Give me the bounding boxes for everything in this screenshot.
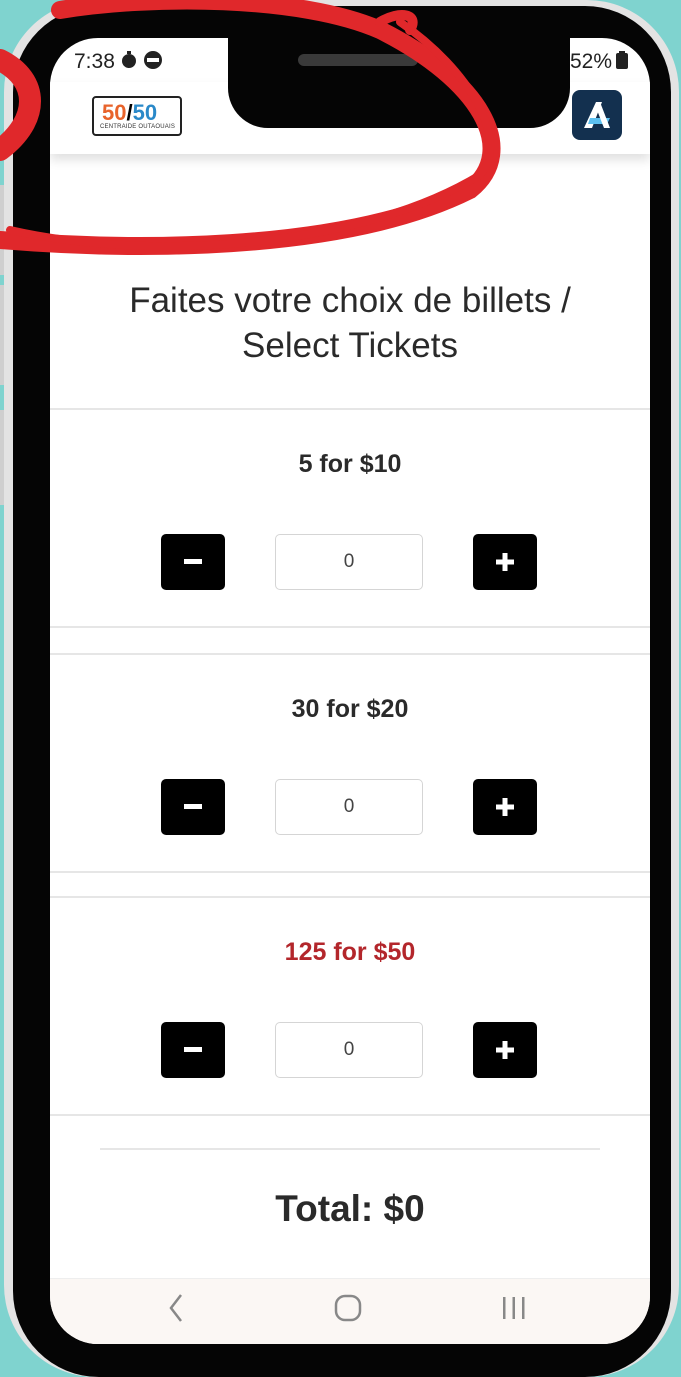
chevron-left-icon [169,1294,182,1322]
speaker-grille [298,54,418,66]
centraide-logo[interactable]: 50/50 CENTRAIDE OUTAOUAIS [92,96,182,136]
minus-icon [184,804,202,809]
android-nav-bar [50,1278,650,1344]
recents-icon [503,1297,525,1319]
home-nav-button[interactable] [334,1293,362,1332]
decrease-button[interactable] [161,534,225,590]
front-camera [422,51,440,69]
decrease-button[interactable] [161,779,225,835]
minus-icon [184,1047,202,1052]
divider [100,1148,600,1150]
increase-button[interactable] [473,1022,537,1078]
plus-icon [496,1041,514,1059]
battery-percent: 52% [569,50,612,73]
plus-icon [496,553,514,571]
ticket-option-125-for-50: 125 for $50 [50,896,650,1116]
app-logo-icon[interactable] [572,90,622,140]
plus-icon [496,798,514,816]
ticket-option-5-for-10: 5 for $10 [50,408,650,628]
status-time: 7:38 [74,50,115,73]
logo-subtitle: CENTRAIDE OUTAOUAIS [100,124,176,130]
quantity-input[interactable] [275,534,423,590]
page-title-line2: Select Tickets [242,326,458,365]
decrease-button[interactable] [161,1022,225,1078]
page-title: Faites votre choix de billets / Select T… [50,278,650,368]
message-icon [143,50,163,74]
ticket-label: 30 for $20 [291,695,409,723]
back-nav-button[interactable] [168,1293,184,1332]
increase-button[interactable] [473,779,537,835]
total-amount: Total: $0 [275,1188,425,1229]
home-circle-icon [334,1294,362,1322]
quantity-input[interactable] [275,779,423,835]
increase-button[interactable] [473,534,537,590]
battery-icon [616,50,628,74]
notch [228,38,570,128]
ticket-label-highlight: 125 for $50 [284,938,416,966]
minus-icon [184,559,202,564]
quantity-input[interactable] [275,1022,423,1078]
timer-icon [121,50,137,74]
ticket-label: 5 for $10 [298,450,402,478]
ticket-option-30-for-20: 30 for $20 [50,653,650,873]
logo-text: 50/50 [102,100,158,125]
recents-nav-button[interactable] [500,1293,528,1332]
status-bar-left: 7:38 [74,50,163,74]
page-title-line1: Faites votre choix de billets / [129,281,571,320]
phone-screen: 7:38 52% 50/50 CENTRAIDE OUTAOUAIS Faite… [50,38,650,1344]
